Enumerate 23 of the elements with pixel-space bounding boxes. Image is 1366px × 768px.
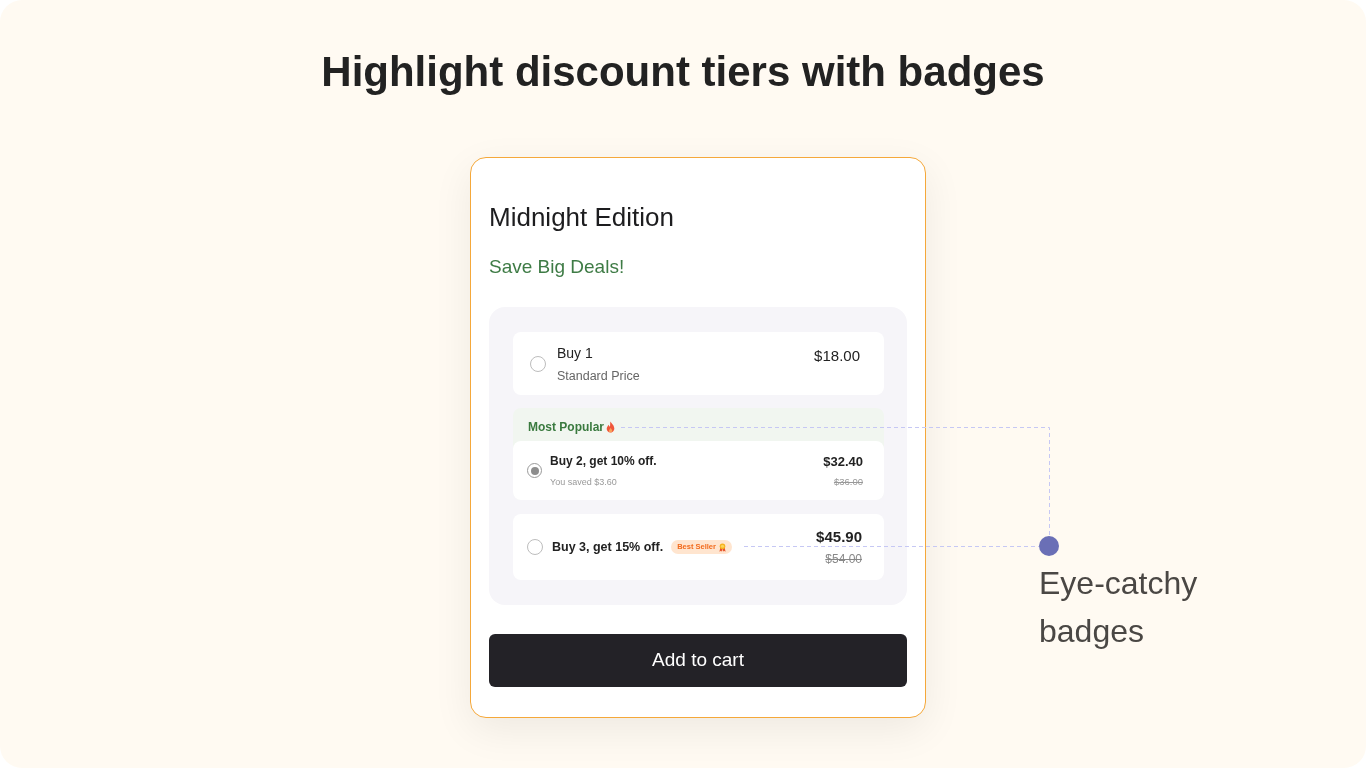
radio-button[interactable] <box>530 355 546 372</box>
flame-icon <box>606 421 615 433</box>
radio-button[interactable] <box>527 539 543 555</box>
tier-option[interactable]: Buy 2, get 10% off. You saved $3.60 $32.40 $36.00 <box>513 441 884 500</box>
tag-text: Most Popular <box>528 419 604 436</box>
product-title: Midnight Edition <box>489 201 674 233</box>
option-note: You saved $3.60 <box>550 475 618 488</box>
option-label: Buy 3, get 15% off. <box>552 539 664 555</box>
option-price: $18.00 <box>814 347 860 364</box>
option-label: Buy 1 <box>557 343 594 362</box>
tier-option[interactable]: Buy 1 Standard Price $18.00 <box>513 332 884 395</box>
original-price: $54.00 <box>825 552 862 566</box>
promo-text: Save Big Deals! <box>489 255 625 279</box>
add-to-cart-button[interactable]: Add to cart <box>489 634 907 687</box>
annotation-text: Eye-catchy badges <box>1039 564 1199 651</box>
option-price: $45.90 <box>816 528 862 546</box>
option-price: $32.40 <box>823 453 863 470</box>
original-price: $36.00 <box>833 475 863 488</box>
medal-icon <box>718 542 726 552</box>
option-label: Buy 2, get 10% off. <box>550 453 657 469</box>
option-note: Standard Price <box>557 367 640 384</box>
page-heading: Highlight discount tiers with badges <box>321 47 1045 96</box>
radio-button[interactable] <box>527 463 542 478</box>
